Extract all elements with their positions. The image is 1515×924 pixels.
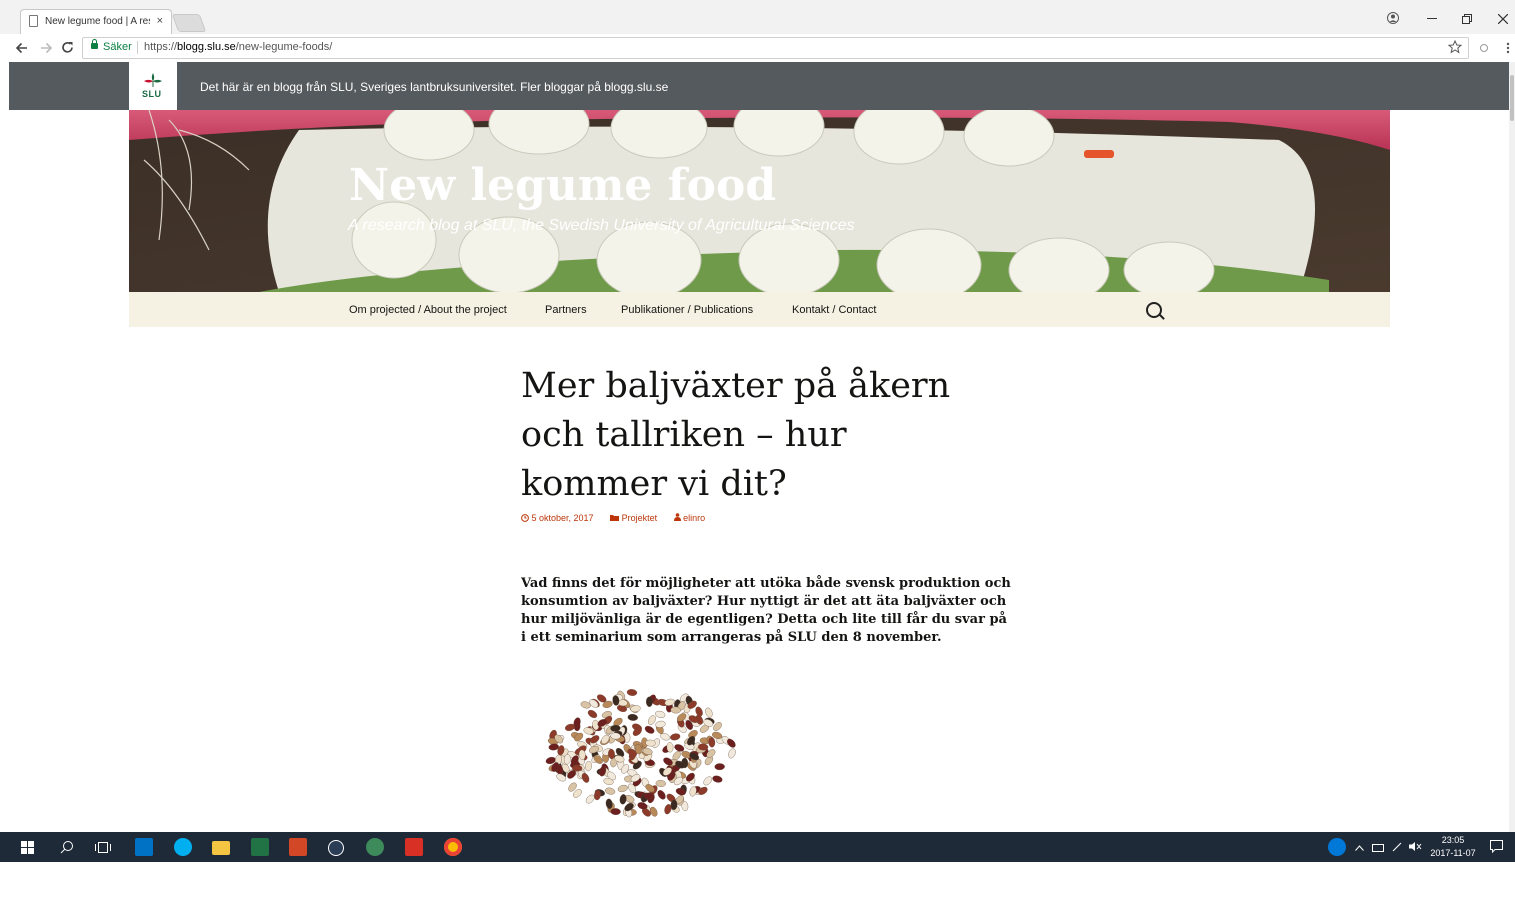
- app-icon[interactable]: [366, 838, 384, 856]
- nav-item-partners[interactable]: Partners: [545, 304, 587, 316]
- task-view-icon[interactable]: [95, 842, 111, 853]
- address-separator: [137, 41, 138, 54]
- windows-taskbar: 23:05 2017-11-07: [0, 832, 1515, 862]
- extension-icon[interactable]: [1479, 43, 1489, 53]
- site-title-text: New legume food: [349, 160, 776, 211]
- lock-icon: [91, 39, 98, 49]
- menu-dots-icon[interactable]: [1506, 42, 1510, 54]
- browser-toolbar: Säker https://blogg.slu.se/new-legume-fo…: [0, 34, 1515, 63]
- slu-topbar: SLU Det här är en blogg från SLU, Sverig…: [9, 62, 1509, 110]
- pen-icon[interactable]: [1392, 842, 1402, 852]
- minimize-icon[interactable]: [1427, 18, 1437, 20]
- help-icon[interactable]: [1328, 838, 1346, 856]
- page-icon: [29, 15, 38, 27]
- search-icon[interactable]: [1146, 302, 1162, 318]
- page-scrollbar[interactable]: [1509, 62, 1515, 832]
- windows-start-icon[interactable]: [21, 841, 34, 854]
- reload-icon[interactable]: [61, 41, 74, 54]
- search-taskbar-icon[interactable]: [60, 840, 74, 854]
- volume-muted-icon[interactable]: [1409, 841, 1423, 852]
- close-window-icon[interactable]: [1498, 14, 1508, 24]
- skype-icon[interactable]: [174, 838, 192, 856]
- url-scheme: https://: [144, 41, 178, 53]
- forward-arrow-icon[interactable]: [40, 42, 52, 54]
- main-navigation: Om projected / About the project Partner…: [129, 292, 1390, 327]
- address-bar[interactable]: Säker https://blogg.slu.se/new-legume-fo…: [82, 37, 1469, 59]
- browser-app-icon[interactable]: [328, 840, 344, 856]
- tray-chevron-icon[interactable]: [1355, 845, 1364, 851]
- slu-logo-text: SLU: [142, 89, 162, 99]
- post-content: Mer baljväxter på åkern och tallriken – …: [129, 327, 1390, 832]
- post-category: Projektet: [621, 513, 658, 523]
- new-tab-button[interactable]: [171, 14, 207, 32]
- slu-leaf-icon: [144, 73, 162, 87]
- browser-tab[interactable]: New legume food | A res ×: [20, 9, 172, 35]
- post-date: 5 oktober, 2017: [531, 513, 594, 523]
- post-author-link[interactable]: elinro: [673, 513, 706, 523]
- post-meta: 5 oktober, 2017 Projektet elinro: [521, 513, 719, 523]
- bookmark-star-icon[interactable]: [1448, 40, 1462, 54]
- back-arrow-icon[interactable]: [16, 42, 28, 54]
- clock-icon: [521, 514, 529, 522]
- site-description: A research blog at SLU, the Swedish Univ…: [347, 217, 855, 234]
- post-title[interactable]: Mer baljväxter på åkern och tallriken – …: [521, 362, 1001, 509]
- tab-close-icon[interactable]: ×: [157, 15, 163, 27]
- nav-item-contact[interactable]: Kontakt / Contact: [792, 304, 876, 316]
- folder-icon: [610, 515, 620, 521]
- outlook-icon[interactable]: [135, 838, 153, 856]
- nav-item-about[interactable]: Om projected / About the project: [349, 304, 507, 316]
- post-lead: Vad finns det för möjligheter att utöka …: [521, 576, 1011, 645]
- secure-label: Säker: [103, 41, 132, 53]
- clock-time[interactable]: 23:05: [1436, 835, 1470, 845]
- beans-image: [545, 689, 736, 818]
- user-icon: [673, 513, 681, 521]
- url-path: /new-legume-foods/: [235, 41, 333, 53]
- window-edge: [0, 62, 9, 924]
- post-category-link[interactable]: Projektet: [610, 513, 657, 523]
- post-author: elinro: [683, 513, 706, 523]
- legume-pod-image: New legume food A research blog at SLU, …: [129, 110, 1390, 292]
- scrollbar-thumb[interactable]: [1510, 75, 1514, 121]
- network-icon[interactable]: [1372, 842, 1384, 852]
- profile-icon[interactable]: [1387, 12, 1399, 24]
- powerpoint-icon[interactable]: [289, 838, 307, 856]
- excel-icon[interactable]: [251, 838, 269, 856]
- tab-title: New legume food | A res: [45, 16, 150, 27]
- acrobat-icon[interactable]: [405, 838, 423, 856]
- slu-logo[interactable]: SLU: [129, 62, 177, 110]
- url-host: blogg.slu.se: [177, 41, 236, 53]
- browser-tabstrip: New legume food | A res ×: [0, 0, 1515, 35]
- chrome-icon[interactable]: [444, 838, 462, 856]
- clock-date[interactable]: 2017-11-07: [1428, 848, 1478, 858]
- slu-tagline[interactable]: Det här är en blogg från SLU, Sveriges l…: [200, 80, 668, 94]
- file-explorer-icon[interactable]: [212, 841, 230, 855]
- restore-icon[interactable]: [1462, 14, 1472, 24]
- post-date-link[interactable]: 5 oktober, 2017: [521, 513, 594, 523]
- url-text[interactable]: https://blogg.slu.se/new-legume-foods/: [144, 41, 332, 53]
- notifications-icon[interactable]: [1490, 840, 1503, 853]
- site-header-image[interactable]: New legume food A research blog at SLU, …: [129, 110, 1390, 292]
- nav-item-publications[interactable]: Publikationer / Publications: [621, 304, 753, 316]
